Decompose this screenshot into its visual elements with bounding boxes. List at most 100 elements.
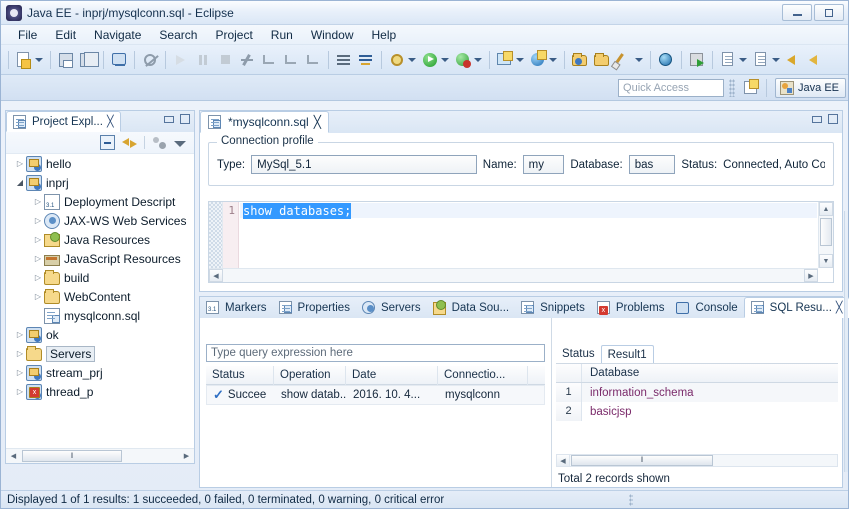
chevron-right-icon[interactable]: ▷	[14, 368, 26, 377]
menu-item-run[interactable]: Run	[262, 25, 302, 45]
web-browser-icon[interactable]	[656, 50, 676, 70]
new-wizard-dropdown-caret-icon[interactable]	[35, 57, 43, 62]
scroll-left-arrow-icon[interactable]: ◀	[557, 455, 570, 466]
suspend-icon[interactable]	[193, 50, 213, 70]
scroll-right-arrow-icon[interactable]: ▶	[804, 269, 818, 282]
maximize-button[interactable]	[814, 4, 844, 21]
close-icon[interactable]: ╳	[836, 301, 843, 314]
chevron-down-icon[interactable]: ◢	[14, 178, 26, 187]
maximize-icon[interactable]	[180, 114, 190, 124]
new-html-icon[interactable]	[751, 50, 771, 70]
sql-code-area[interactable]: 1 show databases; ▲ ▼ ◀ ▶	[208, 201, 834, 283]
open-perspective-icon[interactable]	[741, 78, 761, 98]
new-server-icon[interactable]	[528, 49, 548, 70]
chevron-right-icon[interactable]: ▷	[32, 273, 44, 282]
run-external-icon[interactable]	[453, 50, 473, 70]
editor-hscrollbar[interactable]: ◀ ▶	[209, 268, 818, 282]
chevron-right-icon[interactable]: ▷	[14, 387, 26, 396]
menu-item-search[interactable]: Search	[150, 25, 206, 45]
new-html-dropdown-caret-icon[interactable]	[772, 57, 780, 62]
name-combo[interactable]: my	[522, 155, 565, 174]
chevron-right-icon[interactable]: ▷	[32, 216, 44, 225]
scroll-down-arrow-icon[interactable]: ▼	[819, 254, 833, 268]
chevron-right-icon[interactable]: ▷	[14, 159, 26, 168]
tree-item-build[interactable]: ▷ build	[6, 268, 194, 287]
tree-item-thread-p[interactable]: ▷ thread_p	[6, 382, 194, 401]
sql-selected-text[interactable]: show databases;	[243, 203, 352, 219]
column-header-status[interactable]: Status	[206, 365, 274, 385]
scroll-left-arrow-icon[interactable]: ◀	[6, 449, 21, 463]
new-jsp-dropdown-caret-icon[interactable]	[739, 57, 747, 62]
link-with-editor-icon[interactable]	[122, 135, 137, 150]
table-row[interactable]: ✓ Succee show datab... 2016. 10. 4... my…	[206, 385, 545, 405]
result-grid-hscrollbar[interactable]: ◀ ‖	[556, 454, 838, 467]
run-dropdown-caret-icon[interactable]	[441, 57, 449, 62]
editor-gutter[interactable]	[209, 202, 223, 268]
terminate-icon[interactable]	[215, 50, 235, 70]
tab-properties[interactable]: Properties	[273, 297, 356, 318]
menu-item-navigate[interactable]: Navigate	[85, 25, 150, 45]
tree-item-java-resources[interactable]: ▷ Java Resources	[6, 230, 194, 249]
debug-icon[interactable]	[387, 50, 407, 70]
tab-result1[interactable]: Result1	[600, 345, 654, 364]
quick-fix-icon[interactable]	[614, 50, 634, 70]
tree-item-deployment-descript[interactable]: ▷ Deployment Descript	[6, 192, 194, 211]
step-over-icon[interactable]	[281, 50, 301, 70]
menu-item-project[interactable]: Project	[206, 25, 261, 45]
editor-vscrollbar[interactable]: ▲ ▼	[818, 202, 833, 268]
scroll-left-arrow-icon[interactable]: ◀	[209, 269, 223, 282]
step-into-icon[interactable]	[259, 50, 279, 70]
open-console-icon[interactable]	[334, 50, 354, 70]
close-icon[interactable]: ╳	[314, 115, 321, 129]
view-menu-caret-icon[interactable]	[174, 137, 186, 149]
tree-item-ok[interactable]: ▷ ok	[6, 325, 194, 344]
chevron-right-icon[interactable]: ▷	[14, 330, 26, 339]
tree-item-servers[interactable]: ▷ Servers	[6, 344, 194, 363]
minimize-icon[interactable]	[164, 115, 174, 123]
tab-console[interactable]: Console	[670, 297, 743, 318]
tree-item-inprj[interactable]: ◢ inprj	[6, 173, 194, 192]
tree-item-mysqlconn-sql[interactable]: mysqlconn.sql	[6, 306, 194, 325]
back-icon[interactable]	[784, 50, 804, 70]
menu-item-file[interactable]: File	[9, 25, 46, 45]
column-header-database[interactable]: Database	[582, 364, 838, 382]
menu-item-edit[interactable]: Edit	[46, 25, 85, 45]
column-header-operation[interactable]: Operation	[274, 365, 346, 385]
tree-item-webcontent[interactable]: ▷ WebContent	[6, 287, 194, 306]
debug-dropdown-caret-icon[interactable]	[408, 57, 416, 62]
scroll-thumb[interactable]: ‖	[571, 455, 713, 466]
type-combo[interactable]: MySql_5.1	[251, 155, 477, 174]
tab-problems[interactable]: Problems	[591, 297, 671, 318]
quick-fix-dropdown-caret-icon[interactable]	[635, 57, 643, 62]
tab-sql-results[interactable]: SQL Resu... ╳	[743, 297, 849, 318]
chevron-right-icon[interactable]: ▷	[32, 235, 44, 244]
database-combo[interactable]: bas	[628, 155, 676, 174]
column-header-date[interactable]: Date	[346, 365, 438, 385]
scroll-thumb[interactable]: ‖	[22, 450, 122, 462]
tab-mysqlconn-sql[interactable]: *mysqlconn.sql ╳	[200, 111, 329, 133]
close-icon[interactable]: ╳	[107, 115, 114, 128]
tab-markers[interactable]: Markers	[200, 297, 273, 318]
minimize-icon[interactable]	[812, 115, 822, 123]
run-icon[interactable]	[420, 50, 440, 70]
tab-result-status[interactable]: Status	[556, 345, 601, 364]
table-row[interactable]: 2 basicjsp	[556, 402, 838, 421]
terminal-icon[interactable]	[109, 50, 129, 70]
run-ant-icon[interactable]	[687, 50, 707, 70]
show-view-icon[interactable]	[356, 50, 376, 70]
run-external-dropdown-caret-icon[interactable]	[474, 57, 482, 62]
menu-item-window[interactable]: Window	[302, 25, 363, 45]
project-explorer-hscrollbar[interactable]: ◀ ‖ ▶	[6, 448, 194, 463]
skip-breakpoints-icon[interactable]	[140, 50, 160, 70]
chevron-right-icon[interactable]: ▷	[32, 292, 44, 301]
new-web-project-dropdown-caret-icon[interactable]	[516, 57, 524, 62]
scroll-right-arrow-icon[interactable]: ▶	[179, 449, 194, 463]
column-header-connection[interactable]: Connectio...	[438, 365, 528, 385]
perspective-button-java-ee[interactable]: Java EE	[775, 77, 846, 98]
quick-access-input[interactable]: Quick Access	[618, 78, 725, 97]
maximize-icon[interactable]	[828, 114, 838, 124]
new-web-project-icon[interactable]	[495, 50, 515, 70]
tab-servers[interactable]: Servers	[356, 297, 427, 318]
open-type-icon[interactable]	[570, 50, 590, 70]
save-all-icon[interactable]	[78, 50, 99, 70]
